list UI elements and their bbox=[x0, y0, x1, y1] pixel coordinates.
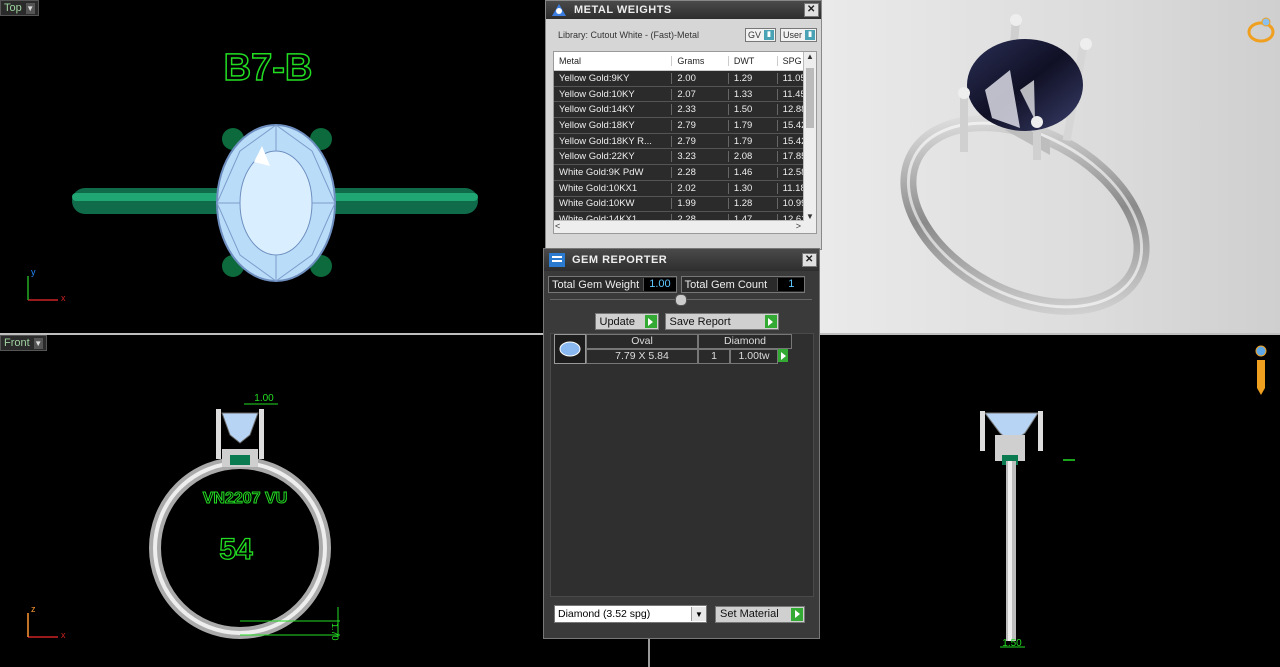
table-cell: 2.02 bbox=[671, 182, 727, 194]
table-cell: 2.07 bbox=[671, 88, 727, 100]
gem-reporter-titlebar[interactable]: GEM REPORTER ✕ bbox=[544, 249, 819, 271]
table-row[interactable]: White Gold:10KX1 2.02 1.30 11.18 bbox=[554, 180, 816, 197]
table-row[interactable]: Yellow Gold:9KY 2.00 1.29 11.05 bbox=[554, 71, 816, 87]
metal-weights-title: METAL WEIGHTS bbox=[574, 4, 672, 16]
table-row[interactable]: Yellow Gold:18KY 2.79 1.79 15.42 bbox=[554, 118, 816, 134]
metal-weights-panel: METAL WEIGHTS ✕ Library: Cutout White - … bbox=[545, 0, 822, 250]
scale-icon bbox=[552, 4, 566, 16]
table-cell: Yellow Gold:14KY bbox=[559, 104, 635, 116]
gem-weight: 1.00tw bbox=[730, 349, 778, 364]
table-row[interactable]: Yellow Gold:14KY 2.33 1.50 12.88 bbox=[554, 102, 816, 119]
table-cell: Yellow Gold:22KY bbox=[559, 151, 635, 163]
table-cell: White Gold:10KW bbox=[559, 198, 635, 210]
axis-y-label: y bbox=[31, 267, 36, 277]
table-cell: 1.46 bbox=[727, 166, 777, 178]
vertical-scrollbar[interactable]: ▲ ▼ bbox=[803, 52, 816, 233]
table-cell: 3.23 bbox=[671, 151, 727, 163]
set-material-button[interactable]: Set Material bbox=[715, 605, 805, 623]
gem-reporter-panel: GEM REPORTER ✕ Total Gem Weight 1.00 Tot… bbox=[543, 248, 820, 639]
user-toggle[interactable]: User ▮ bbox=[779, 28, 817, 42]
horizontal-scrollbar[interactable]: < > bbox=[554, 220, 804, 233]
gem-size: 7.79 X 5.84 bbox=[586, 349, 698, 364]
library-label: Library: Cutout White - (Fast)-Metal bbox=[558, 30, 700, 40]
axis-x-label: x bbox=[61, 630, 66, 640]
table-cell: White Gold:10KX1 bbox=[559, 182, 638, 194]
table-cell: Yellow Gold:18KY R... bbox=[559, 135, 652, 147]
table-cell: 1.33 bbox=[727, 88, 777, 100]
table-cell: 1.50 bbox=[727, 104, 777, 116]
gem-reporter-title: GEM REPORTER bbox=[572, 254, 668, 266]
total-gem-count-field: Total Gem Count 1 bbox=[680, 276, 806, 293]
table-row[interactable]: Yellow Gold:22KY 3.23 2.08 17.85 bbox=[554, 149, 816, 166]
update-button[interactable]: Update bbox=[594, 313, 659, 330]
gem-row[interactable]: Oval Diamond 7.79 X 5.84 1 1.00tw bbox=[554, 334, 792, 364]
total-gem-weight-field: Total Gem Weight 1.00 bbox=[548, 276, 677, 293]
save-report-button[interactable]: Save Report bbox=[664, 313, 779, 330]
gv-toggle[interactable]: GV ▮ bbox=[744, 28, 776, 42]
gem-count: 1 bbox=[698, 349, 730, 364]
dimension-bottom: 1.50 bbox=[1002, 638, 1022, 649]
table-header: Metal Grams DWT SPG bbox=[554, 52, 816, 71]
perspective-render bbox=[900, 14, 1275, 315]
gem-material: Diamond bbox=[698, 334, 792, 349]
table-cell: 2.08 bbox=[727, 151, 777, 163]
table-row[interactable]: Yellow Gold:18KY R... 2.79 1.79 15.42 bbox=[554, 133, 816, 150]
total-gem-weight-value: 1.00 bbox=[643, 278, 676, 291]
front-view-tab[interactable]: Front ▼ bbox=[0, 335, 47, 351]
ring-icon[interactable] bbox=[1247, 17, 1275, 43]
table-cell: Yellow Gold:10KY bbox=[559, 88, 635, 100]
report-icon bbox=[549, 253, 565, 267]
front-viewport[interactable]: Front ▼ VN2207 VU 54 1.00 1.70 x z bbox=[0, 335, 545, 667]
front-view-render: VN2207 VU 54 1.00 1.70 x z bbox=[27, 393, 340, 641]
table-cell: Yellow Gold:9KY bbox=[559, 72, 630, 84]
side-viewport[interactable]: 1.50 bbox=[820, 335, 1280, 667]
table-cell: 2.33 bbox=[671, 104, 727, 116]
oval-gem-icon bbox=[554, 334, 586, 364]
pencil-icon[interactable] bbox=[1255, 345, 1267, 395]
table-row[interactable]: Yellow Gold:10KY 2.07 1.33 11.45 bbox=[554, 86, 816, 103]
table-row[interactable]: White Gold:9K PdW 2.28 1.46 12.58 bbox=[554, 165, 816, 181]
front-view-label: Front bbox=[4, 336, 30, 349]
engraving-text-line2: 54 bbox=[219, 533, 253, 566]
table-cell: Yellow Gold:18KY bbox=[559, 119, 635, 131]
table-cell: 1.30 bbox=[727, 182, 777, 194]
close-icon[interactable]: ✕ bbox=[802, 253, 817, 267]
table-cell: 2.79 bbox=[671, 119, 727, 131]
top-view-label: Top bbox=[4, 1, 22, 14]
gem-shape: Oval bbox=[586, 334, 698, 349]
table-cell: 2.79 bbox=[671, 135, 727, 147]
top-label-text: B7-B bbox=[224, 47, 313, 89]
chevron-down-icon[interactable]: ▼ bbox=[25, 2, 35, 14]
table-cell: White Gold:9K PdW bbox=[559, 166, 644, 178]
top-view-render: B7-B x y bbox=[27, 46, 478, 303]
dimension-top: 1.00 bbox=[254, 393, 274, 404]
table-cell: 1.79 bbox=[727, 135, 777, 147]
top-viewport[interactable]: Top ▼ B7-B x y bbox=[0, 0, 545, 333]
close-icon[interactable]: ✕ bbox=[804, 3, 819, 17]
table-row[interactable]: White Gold:10KW 1.99 1.28 10.99 bbox=[554, 196, 816, 213]
gem-row-go-button[interactable] bbox=[778, 349, 788, 362]
axis-x-label: x bbox=[61, 293, 66, 303]
gem-list[interactable]: Oval Diamond 7.79 X 5.84 1 1.00tw bbox=[550, 333, 814, 597]
dimension-side: 1.70 bbox=[330, 623, 340, 641]
material-select[interactable]: Diamond (3.52 spg) ▼ bbox=[554, 605, 707, 623]
table-cell: 2.00 bbox=[671, 72, 727, 84]
top-view-tab[interactable]: Top ▼ bbox=[0, 0, 39, 16]
perspective-viewport[interactable] bbox=[820, 0, 1280, 333]
table-cell: 2.28 bbox=[671, 166, 727, 178]
table-cell: 1.29 bbox=[727, 72, 777, 84]
total-gem-count-value: 1 bbox=[777, 278, 805, 291]
table-cell: 1.99 bbox=[671, 198, 727, 210]
table-cell: 1.28 bbox=[727, 198, 777, 210]
splitter-handle[interactable] bbox=[675, 294, 687, 306]
side-view-render: 1.50 bbox=[980, 345, 1267, 649]
table-cell: 1.79 bbox=[727, 119, 777, 131]
metal-weights-table[interactable]: Metal Grams DWT SPG Yellow Gold:9KY 2.00 1… bbox=[553, 51, 817, 234]
metal-weights-titlebar[interactable]: METAL WEIGHTS ✕ bbox=[546, 1, 821, 19]
chevron-down-icon[interactable]: ▼ bbox=[691, 607, 706, 621]
axis-z-label: z bbox=[31, 604, 36, 614]
engraving-text-line1: VN2207 VU bbox=[203, 490, 288, 507]
chevron-down-icon[interactable]: ▼ bbox=[33, 337, 43, 349]
